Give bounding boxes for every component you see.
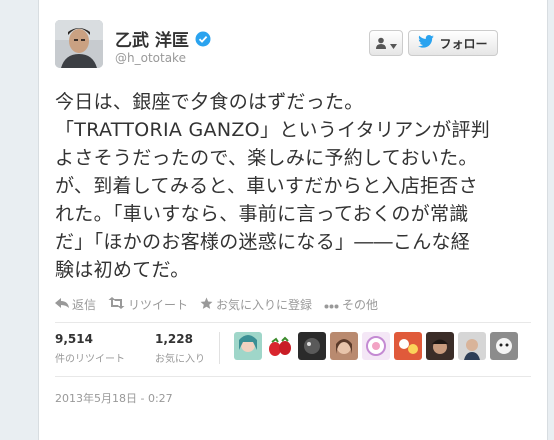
display-name[interactable]: 乙武 洋匡	[115, 26, 211, 51]
verified-badge-icon	[195, 31, 211, 47]
retweet-count-value: 9,514	[55, 332, 93, 346]
favorite-count-label: お気に入り	[155, 354, 205, 365]
stats-separator	[219, 332, 220, 364]
avatar[interactable]	[55, 20, 103, 68]
retweet-count[interactable]: 9,514 件のリツイート	[55, 332, 125, 365]
user-icon	[375, 34, 387, 53]
retweet-button[interactable]: リツイート	[108, 296, 188, 313]
favoriter-avatar[interactable]	[234, 332, 262, 360]
favoriter-avatar[interactable]	[266, 332, 294, 360]
favoriter-avatar[interactable]	[426, 332, 454, 360]
twitter-bird-icon	[418, 35, 435, 51]
favoriter-avatar[interactable]	[458, 332, 486, 360]
user-actions-button[interactable]	[369, 30, 403, 56]
favoriter-avatar[interactable]	[298, 332, 326, 360]
favorite-label: お気に入りに登録	[216, 298, 313, 312]
favoriter-avatar[interactable]	[362, 332, 390, 360]
favorite-count[interactable]: 1,228 お気に入り	[155, 332, 205, 365]
user-handle[interactable]: @h_ototake	[115, 51, 186, 65]
retweet-icon	[108, 297, 125, 312]
caret-down-icon	[390, 34, 397, 53]
retweet-label: リツイート	[128, 298, 189, 312]
divider	[55, 322, 531, 323]
more-button[interactable]: その他	[324, 296, 378, 313]
reply-icon	[55, 297, 69, 312]
star-icon	[200, 297, 213, 313]
tweet-stats: 9,514 件のリツイート 1,228 お気に入り	[55, 332, 518, 365]
retweet-count-label: 件のリツイート	[55, 354, 125, 365]
reply-label: 返信	[72, 298, 97, 312]
more-label: その他	[342, 298, 379, 312]
tweet-card: 乙武 洋匡 @h_ototake フォロー 今日は、銀座で夕食のはずだった。 「	[38, 0, 548, 440]
tweet-actions: 返信 リツイート お気に入りに登録 その他	[55, 296, 390, 313]
display-name-text: 乙武 洋匡	[115, 31, 189, 51]
follow-button[interactable]: フォロー	[408, 30, 498, 56]
divider	[55, 376, 531, 377]
favoriter-avatar[interactable]	[394, 332, 422, 360]
favoriter-avatar[interactable]	[330, 332, 358, 360]
reply-button[interactable]: 返信	[55, 296, 96, 313]
tweet-timestamp[interactable]: 2013年5月18日 - 0:27	[55, 390, 173, 406]
favoriter-avatar[interactable]	[490, 332, 518, 360]
tweet-text: 今日は、銀座で夕食のはずだった。 「TRATTORIA GANZO」というイタリ…	[55, 91, 491, 281]
favorite-count-value: 1,228	[155, 332, 193, 346]
follow-button-label: フォロー	[439, 36, 488, 51]
favorite-button[interactable]: お気に入りに登録	[200, 296, 312, 313]
more-icon	[324, 298, 339, 312]
favorited-by-avatars	[234, 332, 518, 360]
